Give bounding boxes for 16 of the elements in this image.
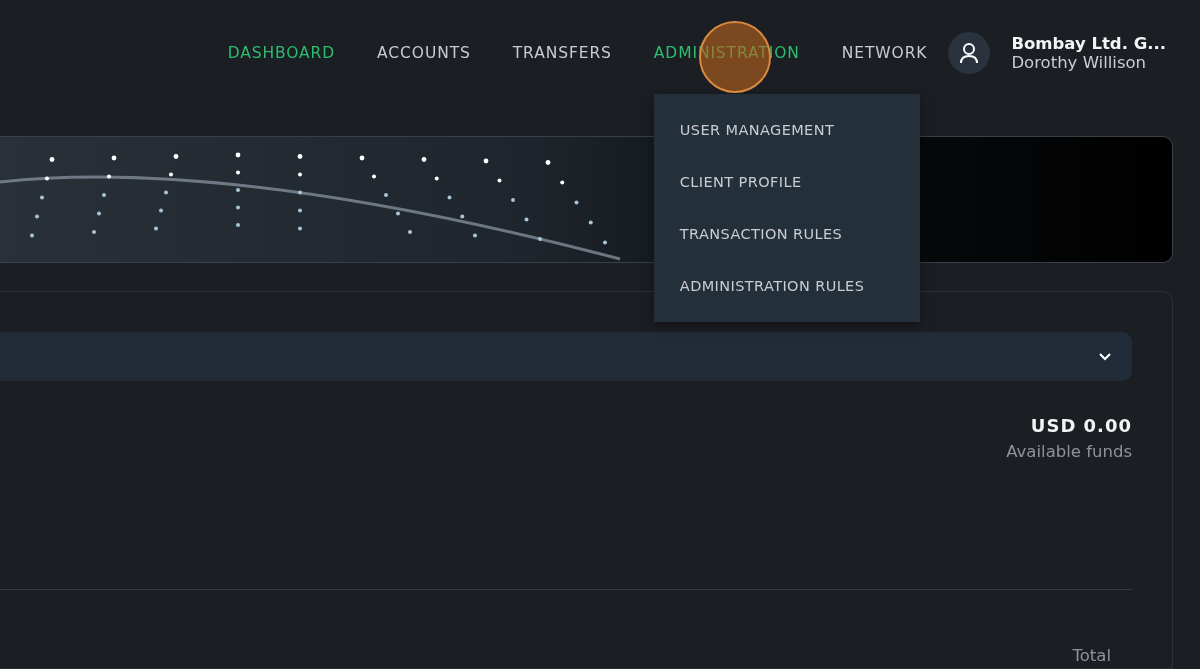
nav-link[interactable]: ACCOUNTS	[377, 44, 471, 62]
balance-amount: USD 0.00	[1030, 415, 1132, 436]
menu-item[interactable]: TRANSACTION RULES	[653, 208, 920, 260]
nav-link[interactable]: DASHBOARD	[227, 44, 336, 62]
company-name: Bombay Ltd. G...	[1011, 34, 1166, 53]
avatar[interactable]	[948, 32, 991, 74]
nav-link[interactable]: NETWORK	[841, 44, 928, 62]
user-name: Dorothy Willison	[1011, 53, 1148, 72]
menu-item[interactable]: ADMINISTRATION RULES	[653, 260, 920, 312]
chevron-down-icon	[1098, 352, 1112, 361]
user-icon	[959, 42, 980, 64]
nav-link[interactable]: TRANSFERS	[512, 44, 612, 62]
menu-item[interactable]: CLIENT PROFILE	[653, 156, 920, 208]
menu-item[interactable]: USER MANAGEMENT	[653, 104, 920, 156]
balance-label: Available funds	[1006, 442, 1132, 461]
column-header: Total	[1072, 646, 1111, 665]
